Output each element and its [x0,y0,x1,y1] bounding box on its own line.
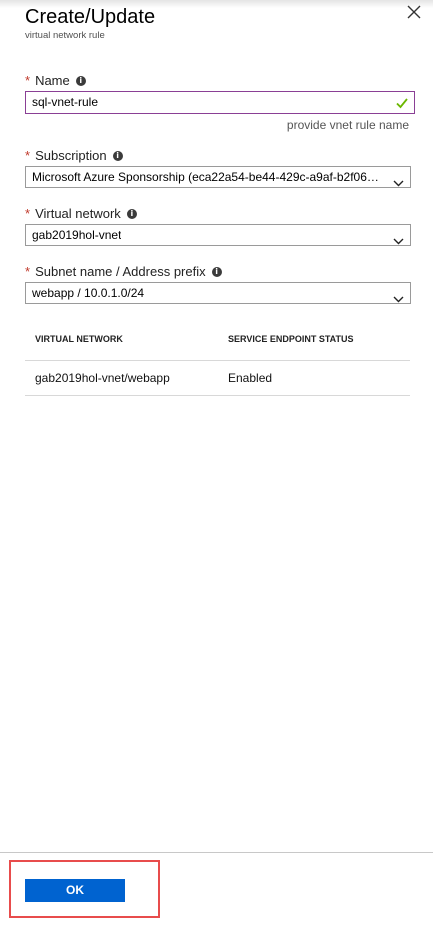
footer-divider [0,852,433,853]
required-asterisk: * [25,73,31,88]
name-label-row: * Name i [25,73,86,88]
name-label: Name [35,73,70,88]
table-header: VIRTUAL NETWORK SERVICE ENDPOINT STATUS [25,334,410,361]
subnet-label-row: * Subnet name / Address prefix i [25,264,222,279]
virtual-network-label-row: * Virtual network i [25,206,137,221]
name-hint: provide vnet rule name [286,118,409,132]
subscription-label-row: * Subscription i [25,148,123,163]
page-subtitle: virtual network rule [25,30,105,41]
required-asterisk: * [25,264,31,279]
column-header-virtual-network: VIRTUAL NETWORK [35,334,123,344]
virtual-network-label: Virtual network [35,206,121,221]
chevron-down-icon [393,289,404,303]
required-asterisk: * [25,206,31,221]
virtual-network-value: gab2019hol-vnet [32,228,122,242]
subnet-label: Subnet name / Address prefix [35,264,206,279]
close-icon[interactable] [407,5,427,25]
subscription-label: Subscription [35,148,107,163]
info-icon[interactable]: i [112,150,123,161]
subscription-value: Microsoft Azure Sponsorship (eca22a54-be… [32,170,384,184]
page-title: Create/Update [25,6,156,28]
name-input-value: sql-vnet-rule [32,95,99,109]
required-asterisk: * [25,148,31,163]
chevron-down-icon [393,173,404,187]
chevron-down-icon [393,231,404,245]
checkmark-icon [396,95,408,116]
virtual-network-dropdown[interactable]: gab2019hol-vnet [25,224,411,246]
cell-endpoint-status: Enabled [228,371,273,385]
info-icon[interactable]: i [75,75,86,86]
info-icon[interactable]: i [211,266,222,277]
subnet-dropdown[interactable]: webapp / 10.0.1.0/24 [25,282,411,304]
column-header-service-endpoint-status: SERVICE ENDPOINT STATUS [228,334,354,344]
ok-button[interactable]: OK [25,879,125,902]
table-row[interactable]: gab2019hol-vnet/webapp Enabled [25,361,410,396]
cell-virtual-network: gab2019hol-vnet/webapp [35,371,170,385]
name-input[interactable]: sql-vnet-rule [25,91,415,114]
info-icon[interactable]: i [126,208,137,219]
subnet-value: webapp / 10.0.1.0/24 [32,286,145,300]
subscription-dropdown[interactable]: Microsoft Azure Sponsorship (eca22a54-be… [25,166,411,188]
